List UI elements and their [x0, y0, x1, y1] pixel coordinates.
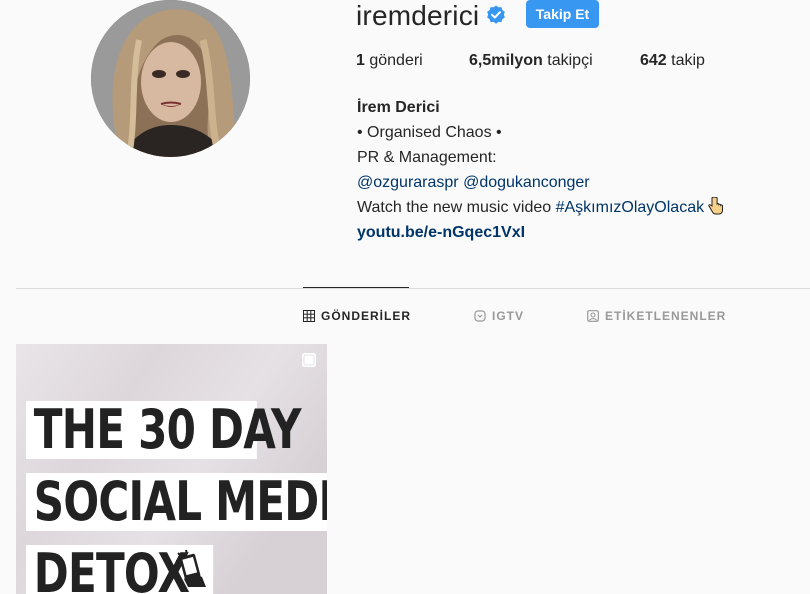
followers-count: 6,5milyon — [469, 52, 543, 69]
posts-count: 1 — [356, 52, 365, 69]
tab-label: ETİKETLENENLER — [605, 309, 727, 323]
bio-external-link[interactable]: youtu.be/e-nGqec1VxI — [357, 224, 525, 241]
tab-tagged[interactable]: ETİKETLENENLER — [587, 309, 726, 323]
bio-url-row: youtu.be/e-nGqec1VxI — [357, 220, 724, 245]
stat-posts: 1 gönderi — [356, 52, 423, 70]
pointing-down-hand-icon — [708, 197, 724, 215]
bio-mention-link[interactable]: @dogukanconger — [463, 174, 590, 191]
igtv-icon — [474, 310, 486, 322]
multiple-posts-icon — [302, 353, 316, 367]
post-text-line: SOCIAL MEDIA — [26, 473, 327, 531]
grid-icon — [303, 310, 315, 322]
stat-following[interactable]: 642 takip — [640, 52, 705, 70]
tab-label: GÖNDERİLER — [321, 309, 412, 323]
verified-badge-icon — [487, 5, 505, 24]
bio-line: Watch the new music video #AşkımızOlayOl… — [357, 195, 724, 220]
tab-posts[interactable]: GÖNDERİLER — [303, 309, 411, 323]
post-tile[interactable]: THE 30 DAY SOCIAL MEDIA DETOX — [16, 344, 327, 594]
post-text-line: THE 30 DAY — [26, 401, 302, 459]
profile-page: iremderici Takip Et 1 gönderi 6,5milyon … — [0, 0, 810, 594]
following-label: takip — [671, 52, 705, 69]
bio-mentions: @ozguraraspr @dogukanconger — [357, 170, 724, 195]
bio-text: Watch the new music video — [357, 199, 552, 216]
stat-followers[interactable]: 6,5milyon takipçi — [469, 52, 593, 70]
profile-tabs: GÖNDERİLER IGTV ETİKETLENENLER — [0, 309, 810, 327]
profile-divider — [16, 288, 810, 289]
following-count: 642 — [640, 52, 667, 69]
hand-phone-icon — [176, 549, 206, 587]
profile-bio: İrem Derici • Organised Chaos • PR & Man… — [357, 95, 724, 245]
tab-label: IGTV — [492, 309, 525, 323]
profile-avatar[interactable] — [91, 0, 250, 157]
profile-username: iremderici — [356, 0, 480, 31]
avatar-image — [91, 0, 250, 157]
bio-line: • Organised Chaos • — [357, 124, 502, 141]
follow-button[interactable]: Takip Et — [526, 0, 599, 28]
tagged-icon — [587, 310, 599, 322]
bio-full-name: İrem Derici — [357, 99, 440, 116]
active-tab-indicator — [303, 287, 409, 288]
posts-label: gönderi — [369, 52, 423, 69]
bio-line: PR & Management: — [357, 149, 497, 166]
tab-igtv[interactable]: IGTV — [474, 309, 524, 323]
followers-label: takipçi — [547, 52, 593, 69]
bio-hashtag-link[interactable]: #AşkımızOlayOlacak — [556, 199, 704, 216]
bio-mention-link[interactable]: @ozguraraspr — [357, 174, 459, 191]
